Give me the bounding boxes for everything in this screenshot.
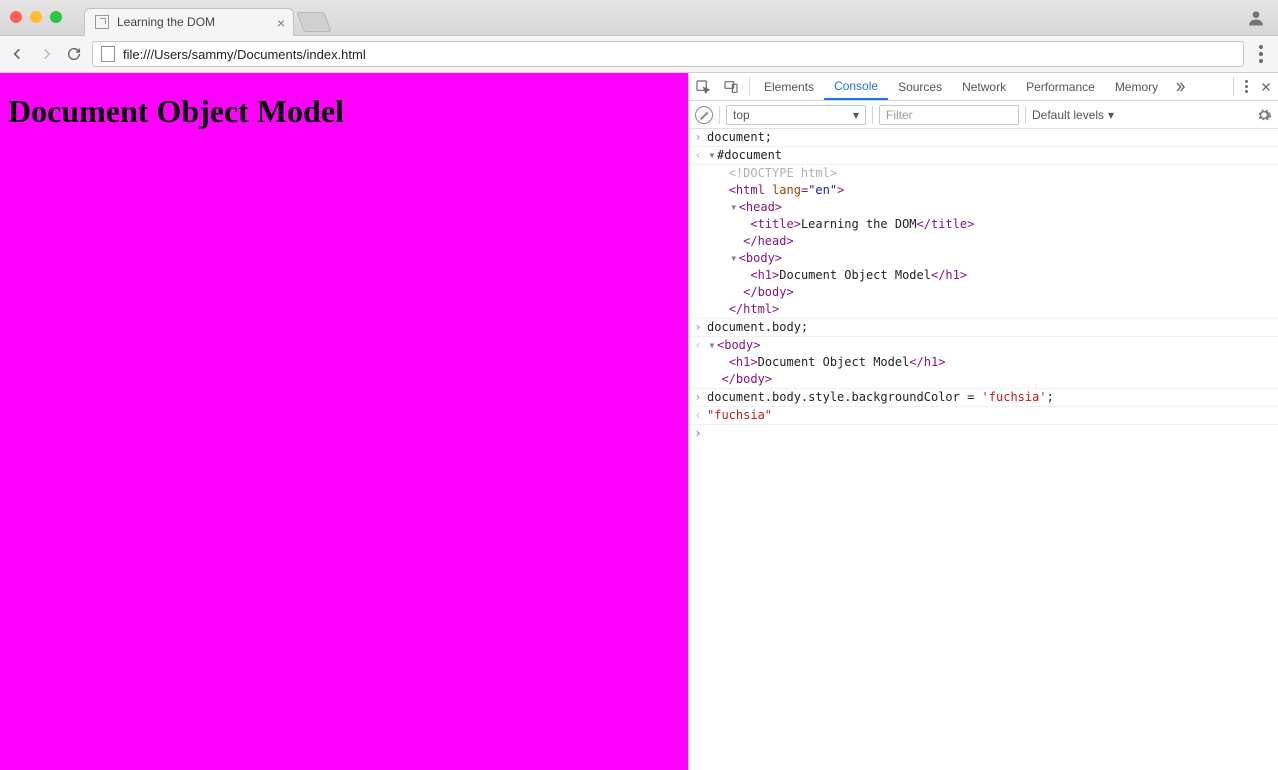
tab-network[interactable]: Network — [952, 73, 1016, 100]
tab-memory[interactable]: Memory — [1105, 73, 1168, 100]
console-input-row: › document.body; — [689, 319, 1278, 337]
expand-arrow-icon[interactable]: ▾ — [707, 338, 717, 353]
chevron-down-icon: ▾ — [853, 108, 859, 122]
device-toolbar-button[interactable] — [717, 73, 745, 100]
filter-input[interactable]: Filter — [879, 105, 1019, 125]
new-tab-button[interactable] — [296, 12, 331, 32]
console-settings-button[interactable] — [1256, 107, 1272, 123]
filter-placeholder: Filter — [886, 108, 913, 122]
chevron-down-icon: ▾ — [1108, 108, 1114, 122]
log-levels-selector[interactable]: Default levels ▾ — [1032, 108, 1114, 122]
console-output-row: ‹ "fuchsia" — [689, 407, 1278, 425]
reload-button[interactable] — [64, 44, 84, 64]
browser-menu-button[interactable] — [1252, 43, 1270, 65]
titlebar: Learning the DOM × — [0, 0, 1278, 36]
console-command: document; — [707, 130, 1278, 145]
profile-icon[interactable] — [1246, 8, 1266, 28]
tab-sources[interactable]: Sources — [888, 73, 952, 100]
zoom-window-button[interactable] — [50, 11, 62, 23]
console-output-row: ‹ ▾#document — [689, 147, 1278, 165]
tab-title: Learning the DOM — [117, 15, 215, 29]
console-prompt[interactable] — [707, 426, 1278, 441]
inspect-element-button[interactable] — [689, 73, 717, 100]
console-command: document.body; — [707, 320, 1278, 335]
page-heading: Document Object Model — [8, 93, 680, 130]
tab-performance[interactable]: Performance — [1016, 73, 1105, 100]
input-chevron-icon: › — [689, 390, 707, 405]
prompt-chevron-icon: › — [689, 426, 707, 441]
browser-tab[interactable]: Learning the DOM × — [84, 8, 294, 36]
input-chevron-icon: › — [689, 130, 707, 145]
devtools-close-button[interactable] — [1254, 73, 1278, 100]
tab-console[interactable]: Console — [824, 73, 888, 100]
browser-window: Learning the DOM × file:///Users/sammy/D… — [0, 0, 1278, 770]
content-split: Document Object Model Elements Console S… — [0, 73, 1278, 770]
expand-arrow-icon[interactable]: ▾ — [729, 200, 739, 215]
context-selector[interactable]: top ▾ — [726, 105, 866, 125]
output-chevron-icon: ‹ — [689, 408, 707, 423]
window-controls — [10, 11, 62, 23]
tabs-overflow-button[interactable] — [1168, 73, 1192, 100]
console-result: ▾#document — [707, 148, 1278, 163]
file-icon — [101, 46, 115, 62]
console-input-row: › document.body.style.backgroundColor = … — [689, 389, 1278, 407]
close-tab-button[interactable]: × — [277, 15, 285, 31]
file-icon — [95, 15, 109, 29]
clear-console-button[interactable] — [695, 106, 713, 124]
output-chevron-icon: ‹ — [689, 338, 707, 353]
console-command: document.body.style.backgroundColor = 'f… — [707, 390, 1278, 405]
expand-arrow-icon[interactable]: ▾ — [707, 148, 717, 163]
console-toolbar: top ▾ Filter Default levels ▾ — [689, 101, 1278, 129]
console-output[interactable]: › document; ‹ ▾#document <!DOCTYPE html>… — [689, 129, 1278, 770]
close-window-button[interactable] — [10, 11, 22, 23]
page-viewport: Document Object Model — [0, 73, 688, 770]
forward-button[interactable] — [36, 44, 56, 64]
devtools-tabstrip: Elements Console Sources Network Perform… — [689, 73, 1278, 101]
devtools-panel: Elements Console Sources Network Perform… — [688, 73, 1278, 770]
minimize-window-button[interactable] — [30, 11, 42, 23]
output-chevron-icon: ‹ — [689, 148, 707, 163]
back-button[interactable] — [8, 44, 28, 64]
console-input-row: › document; — [689, 129, 1278, 147]
console-prompt-row[interactable]: › — [689, 425, 1278, 442]
context-label: top — [733, 108, 750, 122]
url-text: file:///Users/sammy/Documents/index.html — [123, 47, 366, 62]
expand-arrow-icon[interactable]: ▾ — [729, 251, 739, 266]
address-bar: file:///Users/sammy/Documents/index.html — [0, 36, 1278, 73]
input-chevron-icon: › — [689, 320, 707, 335]
url-input[interactable]: file:///Users/sammy/Documents/index.html — [92, 41, 1244, 67]
devtools-menu-button[interactable] — [1238, 73, 1254, 100]
console-output-row: ‹ ▾<body> — [689, 337, 1278, 354]
tab-elements[interactable]: Elements — [754, 73, 824, 100]
